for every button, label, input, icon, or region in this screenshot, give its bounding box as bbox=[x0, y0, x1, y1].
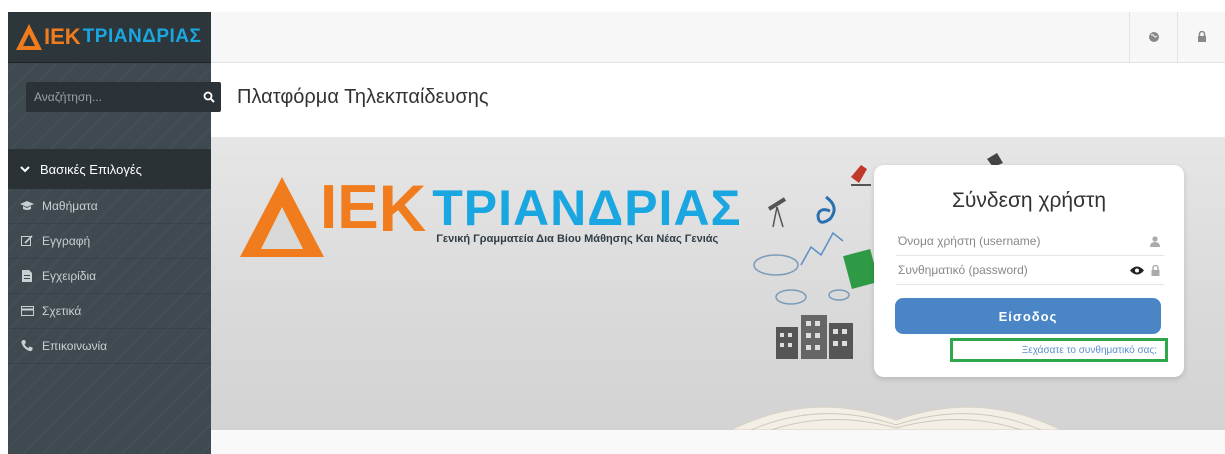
eye-icon[interactable] bbox=[1128, 266, 1146, 275]
login-title: Σύνδεση χρήστη bbox=[951, 189, 1107, 212]
card-icon bbox=[20, 306, 34, 316]
sidebar-logo[interactable]: ΙΕ Κ ΤΡΙΑΝΔΡΙΑΣ bbox=[8, 12, 211, 63]
hero-logo-ie-text: ΙΕ bbox=[320, 173, 379, 242]
login-lock-button[interactable] bbox=[1177, 12, 1225, 62]
username-input[interactable] bbox=[896, 233, 1146, 249]
forgot-password-highlight: Ξεχάσατε το συνθηματικό σας; bbox=[950, 338, 1168, 362]
sidebar-item-manuals[interactable]: Εγχειρίδια bbox=[8, 259, 211, 294]
chevron-down-icon bbox=[20, 166, 30, 173]
logo-name-text: ΤΡΙΑΝΔΡΙΑΣ bbox=[82, 26, 202, 47]
sidebar-item-registration[interactable]: Εγγραφή bbox=[8, 224, 211, 259]
hero-logo-k-text: Κ bbox=[378, 171, 427, 245]
hero-logo-delta-icon bbox=[240, 177, 324, 257]
sidebar: ΙΕ Κ ΤΡΙΑΝΔΡΙΑΣ Βασικές Επιλογές Μαθήματ… bbox=[8, 12, 221, 454]
logo: ΙΕ Κ ΤΡΙΑΝΔΡΙΑΣ bbox=[16, 24, 201, 50]
password-input[interactable] bbox=[896, 262, 1128, 278]
graduation-cap-icon bbox=[20, 201, 34, 211]
menu-header-label: Βασικές Επιλογές bbox=[40, 161, 142, 177]
logo-ie-text: ΙΕ bbox=[44, 24, 65, 49]
password-field-wrap bbox=[896, 256, 1164, 285]
hero-logo-subtitle: Γενική Γραμματεία Δια Βίου Μάθησης Και Ν… bbox=[436, 233, 719, 245]
globe-icon bbox=[1149, 32, 1159, 42]
sidebar-item-label: Σχετικά bbox=[42, 304, 82, 318]
sidebar-search bbox=[26, 82, 221, 112]
login-submit-button[interactable]: Είσοδος bbox=[895, 298, 1161, 334]
sidebar-item-courses[interactable]: Μαθήματα bbox=[8, 189, 211, 224]
sidebar-item-about[interactable]: Σχετικά bbox=[8, 294, 211, 329]
menu-header-basic-options[interactable]: Βασικές Επιλογές bbox=[8, 149, 211, 189]
logo-k-text: Κ bbox=[64, 24, 81, 49]
page-title: Πλατφόρμα Τηλεκπαίδευσης bbox=[237, 86, 489, 108]
top-bar bbox=[211, 12, 1225, 63]
forgot-password-link[interactable]: Ξεχάσατε το συνθηματικό σας; bbox=[1022, 345, 1157, 356]
search-input[interactable] bbox=[26, 82, 197, 112]
logo-delta-icon bbox=[16, 24, 42, 50]
sidebar-item-label: Εγχειρίδια bbox=[42, 269, 97, 283]
sidebar-item-label: Εγγραφή bbox=[42, 234, 91, 248]
sidebar-item-label: Μαθήματα bbox=[42, 199, 98, 213]
lock-icon bbox=[1198, 31, 1206, 42]
sidebar-item-contact[interactable]: Επικοινωνία bbox=[8, 329, 211, 364]
edit-icon bbox=[20, 235, 34, 247]
search-icon bbox=[203, 91, 215, 103]
lock-icon bbox=[1146, 264, 1164, 276]
hero-logo: ΙΕ Κ ΤΡΙΑΝΔΡΙΑΣ Γενική Γραμματεία Δια Βί… bbox=[240, 175, 742, 257]
sidebar-item-label: Επικοινωνία bbox=[42, 339, 108, 353]
language-button[interactable] bbox=[1129, 12, 1178, 62]
hero-logo-name: ΤΡΙΑΝΔΡΙΑΣ bbox=[432, 180, 742, 236]
search-button[interactable] bbox=[197, 82, 221, 112]
file-icon bbox=[20, 270, 34, 282]
user-icon bbox=[1146, 235, 1164, 247]
footer-band bbox=[211, 430, 1225, 454]
username-field-wrap bbox=[896, 227, 1164, 256]
hero-logo-name-block: ΤΡΙΑΝΔΡΙΑΣ Γενική Γραμματεία Δια Βίου Μά… bbox=[432, 181, 741, 245]
phone-icon bbox=[20, 340, 34, 352]
